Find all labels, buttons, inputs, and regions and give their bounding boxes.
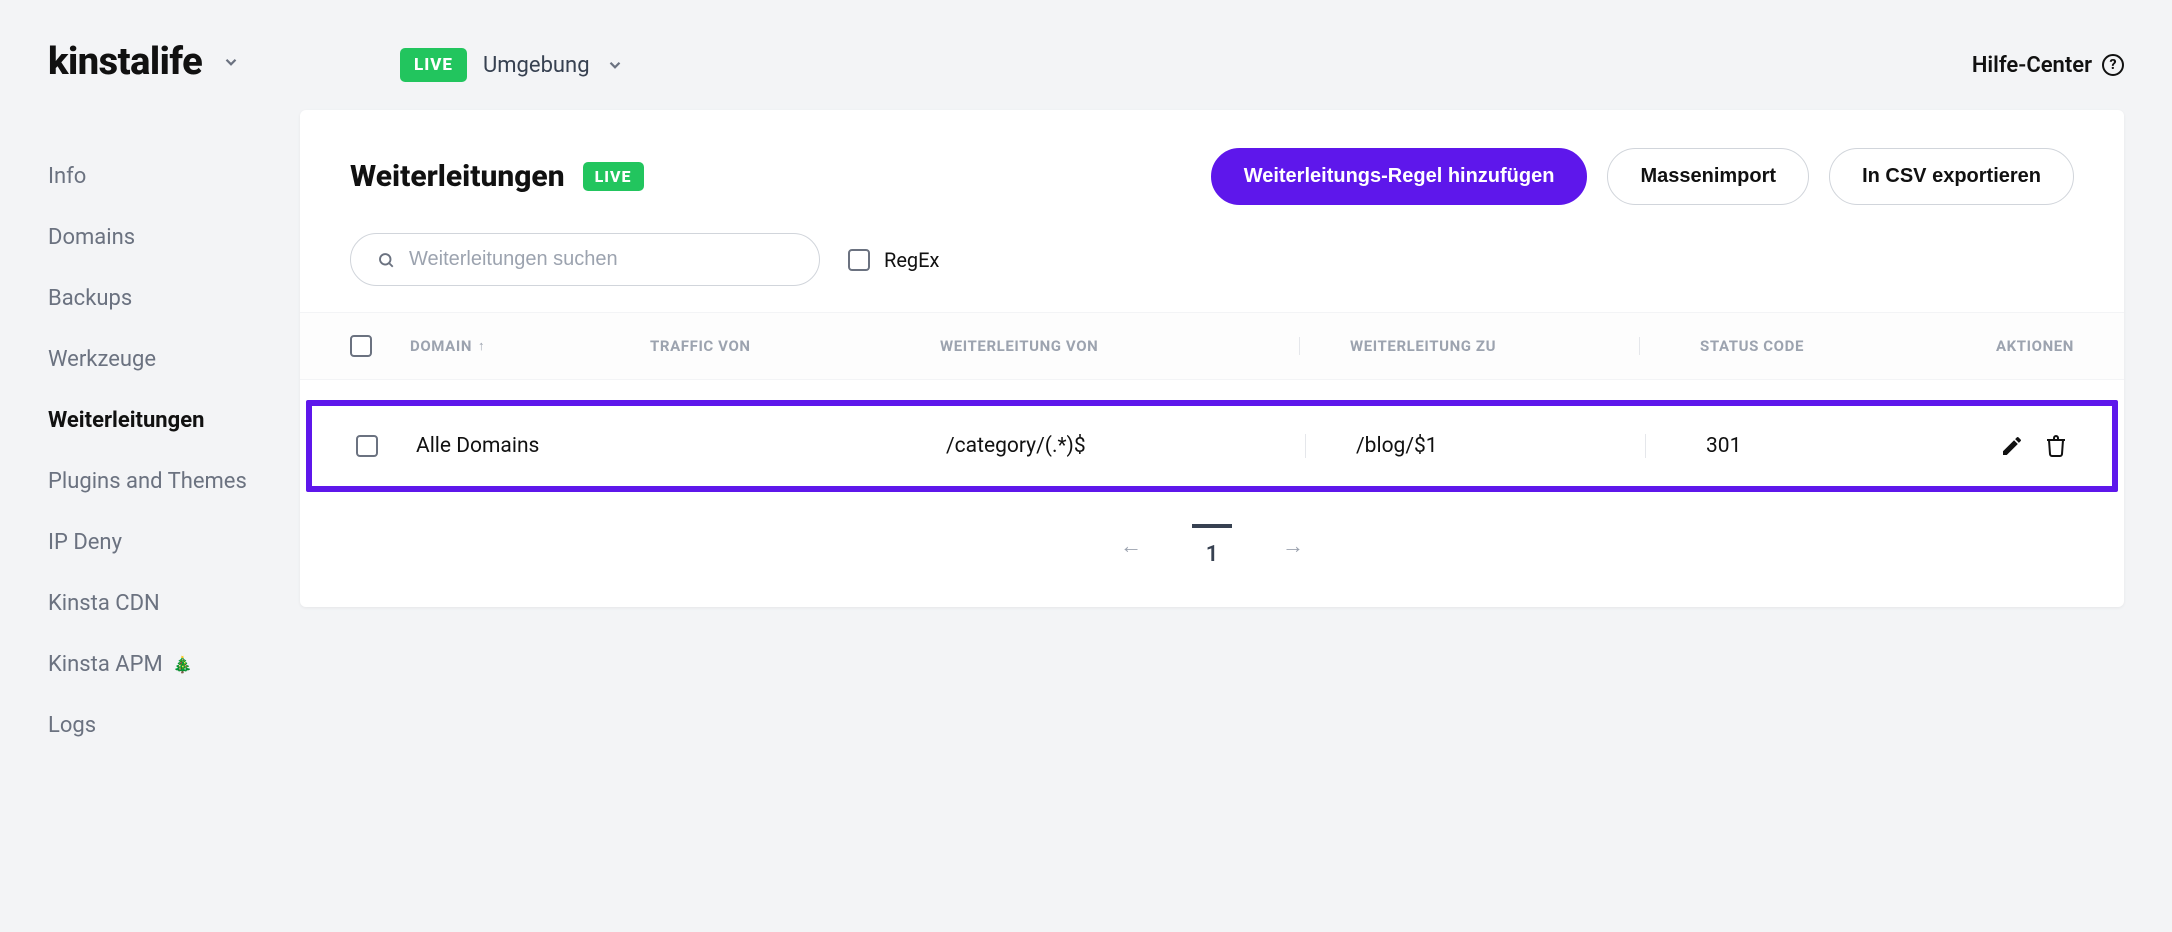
sidebar-item-domains[interactable]: Domains — [48, 225, 300, 250]
chevron-down-icon — [222, 53, 240, 71]
page-title: Weiterleitungen — [350, 159, 565, 194]
header-checkbox-cell — [350, 335, 410, 357]
tree-icon: 🎄 — [173, 655, 193, 674]
cell-domain: Alle Domains — [416, 434, 656, 458]
help-label: Hilfe-Center — [1972, 53, 2092, 78]
row-checkbox[interactable] — [356, 435, 378, 457]
header-status[interactable]: STATUS CODE — [1640, 337, 1940, 355]
cell-from: /category/(.*)$ — [946, 434, 1306, 458]
edit-icon[interactable] — [2000, 434, 2024, 458]
search-input[interactable] — [409, 248, 793, 271]
search-row: RegEx — [350, 233, 2074, 286]
environment-label: Umgebung — [483, 53, 590, 78]
header-domain[interactable]: DOMAIN ↑ — [410, 337, 650, 355]
brand-name: kinstalife — [48, 40, 202, 84]
sidebar-item-backups[interactable]: Backups — [48, 286, 300, 311]
highlighted-row: Alle Domains /category/(.*)$ /blog/$1 30… — [306, 400, 2118, 492]
cell-to: /blog/$1 — [1306, 434, 1646, 458]
row-checkbox-cell — [356, 435, 416, 457]
header-to[interactable]: WEITERLEITUNG ZU — [1300, 337, 1640, 355]
sidebar-item-ipdeny[interactable]: IP Deny — [48, 530, 300, 555]
regex-label: RegEx — [884, 248, 939, 272]
cell-status: 301 — [1646, 434, 1946, 458]
select-all-checkbox[interactable] — [350, 335, 372, 357]
sidebar-item-plugins[interactable]: Plugins and Themes — [48, 469, 300, 494]
sidebar-item-redirects[interactable]: Weiterleitungen — [48, 408, 300, 433]
next-page-icon[interactable]: → — [1282, 533, 1304, 559]
header-traffic[interactable]: TRAFFIC VON — [650, 337, 940, 355]
action-buttons: Weiterleitungs-Regel hinzufügen Massenim… — [1211, 148, 2074, 205]
sidebar-item-apm[interactable]: Kinsta APM 🎄 — [48, 652, 300, 677]
sidebar-item-label: IP Deny — [48, 530, 122, 555]
regex-checkbox[interactable] — [848, 249, 870, 271]
live-badge: LIVE — [583, 162, 644, 191]
topbar: LIVE Umgebung Hilfe-Center ? — [300, 0, 2124, 110]
add-redirect-button[interactable]: Weiterleitungs-Regel hinzufügen — [1211, 148, 1588, 205]
card-header: Weiterleitungen LIVE Weiterleitungs-Rege… — [300, 110, 2124, 312]
help-center-link[interactable]: Hilfe-Center ? — [1972, 53, 2124, 78]
search-input-wrap[interactable] — [350, 233, 820, 286]
title-row: Weiterleitungen LIVE Weiterleitungs-Rege… — [350, 148, 2074, 205]
sidebar-item-cdn[interactable]: Kinsta CDN — [48, 591, 300, 616]
sidebar-item-label: Domains — [48, 225, 135, 250]
trash-icon[interactable] — [2044, 434, 2068, 458]
sidebar-item-logs[interactable]: Logs — [48, 713, 300, 738]
sidebar: kinstalife Info Domains Backups Werkzeug… — [0, 0, 300, 932]
sidebar-item-label: Weiterleitungen — [48, 408, 204, 433]
brand-row[interactable]: kinstalife — [48, 40, 300, 84]
environment-selector[interactable]: LIVE Umgebung — [400, 48, 624, 82]
main-column: LIVE Umgebung Hilfe-Center ? Weiterleitu… — [300, 0, 2172, 932]
sort-up-icon: ↑ — [478, 338, 485, 354]
sidebar-item-label: Plugins and Themes — [48, 469, 247, 494]
cell-actions — [1946, 434, 2068, 458]
sidebar-item-label: Werkzeuge — [48, 347, 156, 372]
sidebar-item-label: Backups — [48, 286, 132, 311]
chevron-down-icon — [606, 56, 624, 74]
table-header: DOMAIN ↑ TRAFFIC VON WEITERLEITUNG VON W… — [300, 312, 2124, 380]
regex-toggle[interactable]: RegEx — [848, 248, 939, 272]
sidebar-item-label: Kinsta CDN — [48, 591, 160, 616]
table-row[interactable]: Alle Domains /category/(.*)$ /blog/$1 30… — [312, 406, 2112, 486]
bulk-import-button[interactable]: Massenimport — [1607, 148, 1809, 205]
sidebar-item-label: Logs — [48, 713, 96, 738]
prev-page-icon[interactable]: ← — [1120, 533, 1142, 559]
sidebar-item-label: Kinsta APM — [48, 652, 163, 677]
question-icon: ? — [2102, 54, 2124, 76]
header-from[interactable]: WEITERLEITUNG VON — [940, 337, 1300, 355]
title-left: Weiterleitungen LIVE — [350, 159, 644, 194]
header-actions: AKTIONEN — [1940, 337, 2074, 355]
nav-list: Info Domains Backups Werkzeuge Weiterlei… — [48, 164, 300, 738]
search-icon — [377, 251, 395, 269]
sidebar-item-tools[interactable]: Werkzeuge — [48, 347, 300, 372]
sidebar-item-label: Info — [48, 164, 86, 189]
header-domain-label: DOMAIN — [410, 337, 472, 355]
page-number[interactable]: 1 — [1192, 524, 1232, 567]
export-csv-button[interactable]: In CSV exportieren — [1829, 148, 2074, 205]
sidebar-item-info[interactable]: Info — [48, 164, 300, 189]
redirects-card: Weiterleitungen LIVE Weiterleitungs-Rege… — [300, 110, 2124, 607]
live-badge: LIVE — [400, 48, 467, 82]
pagination: ← 1 → — [300, 492, 2124, 607]
